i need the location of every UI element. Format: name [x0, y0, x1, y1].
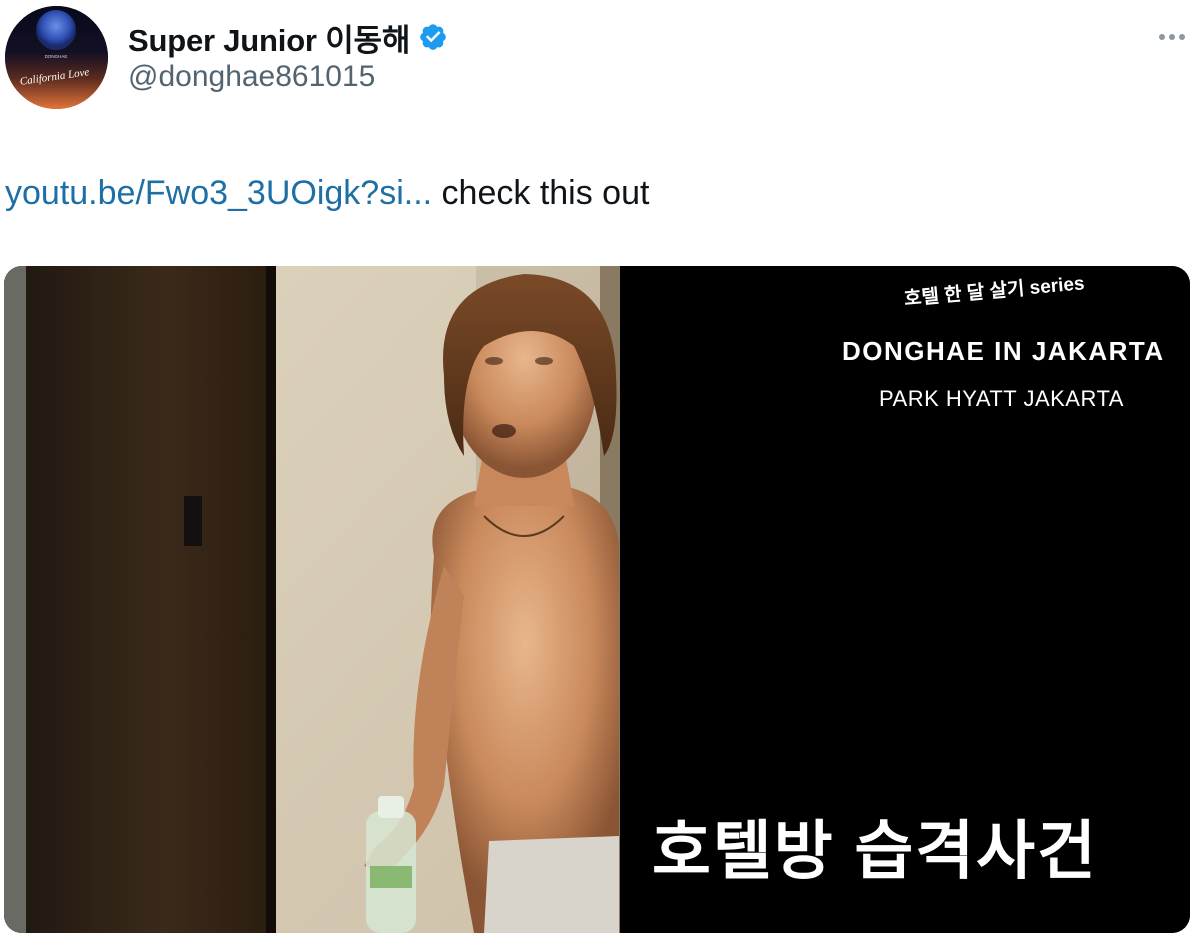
- avatar-top-text: DONGHAE: [45, 54, 68, 59]
- author-name-row[interactable]: Super Junior 이동해: [128, 15, 448, 60]
- more-horizontal-icon-dot: [1169, 34, 1175, 40]
- more-horizontal-icon-dot: [1179, 34, 1185, 40]
- avatar-image: DONGHAE California Love: [5, 6, 108, 109]
- tweet-text: youtu.be/Fwo3_3UOigk?si... check this ou…: [5, 173, 649, 213]
- thumbnail-title-ko: 호텔방 습격사건: [652, 815, 1098, 887]
- thumbnail-photo: [4, 266, 620, 933]
- avatar[interactable]: DONGHAE California Love: [5, 6, 108, 109]
- thumbnail-title-en: DONGHAE IN JAKARTA: [842, 336, 1165, 366]
- display-name[interactable]: Super Junior 이동해: [128, 15, 410, 60]
- verified-badge-icon: [420, 24, 446, 50]
- more-horizontal-icon: [1159, 34, 1165, 40]
- tweet[interactable]: DONGHAE California Love Super Junior 이동해…: [0, 0, 1200, 941]
- tweet-body-text: check this out: [432, 174, 650, 212]
- thumbnail-subtitle-en: PARK HYATT JAKARTA: [879, 386, 1124, 411]
- youtube-link[interactable]: youtu.be/Fwo3_3UOigk?si...: [5, 174, 432, 212]
- author-handle[interactable]: @donghae861015: [128, 60, 375, 94]
- thumbnail-photo-image: [4, 266, 620, 933]
- more-options-button[interactable]: [1152, 22, 1192, 52]
